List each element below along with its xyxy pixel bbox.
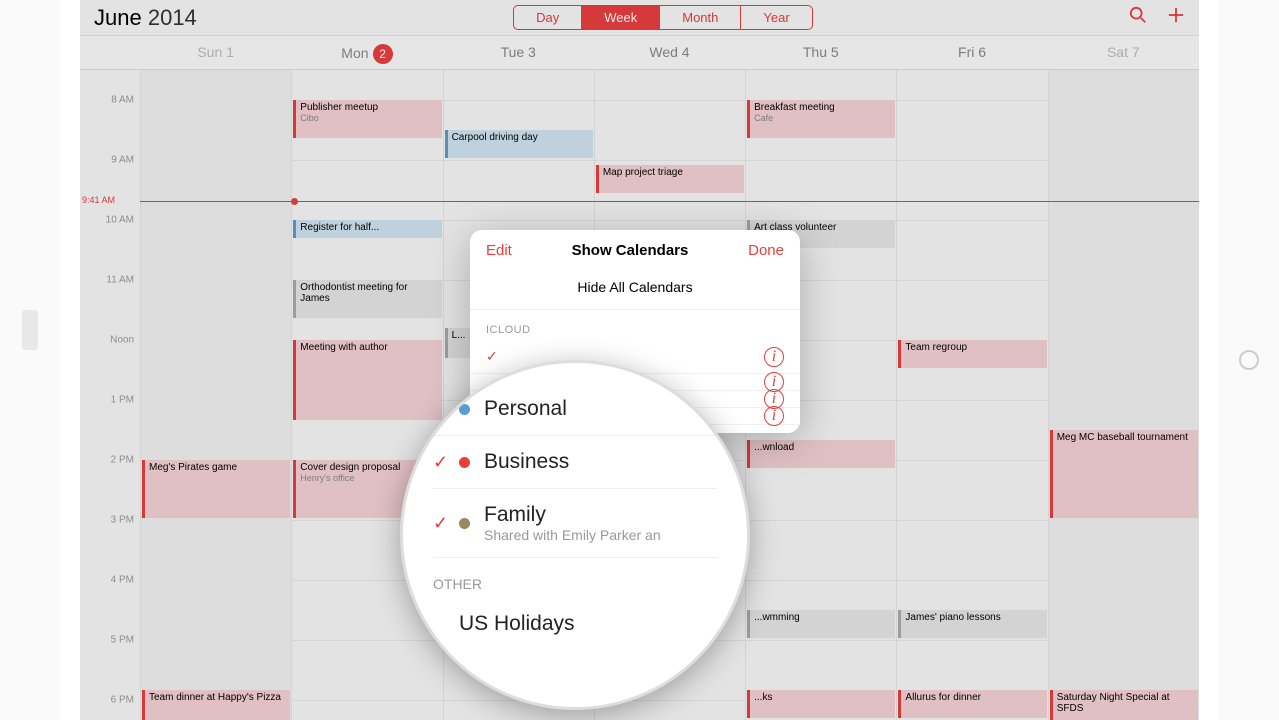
event[interactable]: Breakfast meetingCafe (747, 100, 895, 138)
ipad-side-switch (22, 310, 38, 350)
calendar-shared-label: Shared with Emily Parker an (484, 527, 717, 543)
calendar-name: US Holidays (459, 612, 717, 636)
calendar-name: Business (484, 450, 717, 474)
today-badge: 2 (373, 44, 393, 64)
view-segmented-control[interactable]: Day Week Month Year (513, 5, 813, 30)
add-icon[interactable] (1167, 6, 1185, 30)
ipad-bezel-right (1219, 0, 1279, 720)
col-fri[interactable]: Team regroup James' piano lessons Alluru… (896, 70, 1047, 720)
calendar-row-personal[interactable]: Personal (433, 383, 717, 436)
calendar-color-dot (459, 518, 470, 529)
event[interactable]: James' piano lessons (898, 610, 1046, 638)
hour-gutter: 8 AM 9 AM 10 AM 11 AM Noon 1 PM 2 PM 3 P… (80, 70, 140, 720)
calendar-color-dot (459, 457, 470, 468)
event[interactable]: Register for half... (293, 220, 441, 238)
day-header-wed[interactable]: Wed 4 (594, 36, 745, 69)
ipad-home-button[interactable] (1239, 350, 1259, 370)
popover-title: Show Calendars (572, 242, 689, 259)
week-day-header: Sun 1 Mon2 Tue 3 Wed 4 Thu 5 Fri 6 Sat 7 (80, 36, 1199, 70)
col-sun[interactable]: Meg's Pirates game Team dinner at Happy'… (140, 70, 291, 720)
hour-label: 1 PM (111, 395, 134, 406)
toolbar: June 2014 Day Week Month Year (80, 0, 1199, 36)
done-button[interactable]: Done (748, 242, 784, 259)
title-month: June (94, 5, 142, 30)
checkmark-icon: ✓ (433, 513, 459, 534)
day-header-sun[interactable]: Sun 1 (140, 36, 291, 69)
now-indicator: 9:41 AM (140, 201, 1199, 202)
hour-label: 6 PM (111, 695, 134, 706)
popover-section-other: OTHER (433, 558, 717, 598)
event[interactable]: Carpool driving day (445, 130, 593, 158)
hour-label: Noon (110, 335, 134, 346)
page-title: June 2014 (94, 5, 197, 31)
event[interactable]: Saturday Night Special at SFDS (1050, 690, 1198, 720)
magnifier-loupe: Personal ✓ Business ✓ Family Shared with… (400, 360, 750, 710)
view-week[interactable]: Week (582, 6, 660, 29)
view-day[interactable]: Day (514, 6, 582, 29)
hour-label: 10 AM (106, 215, 134, 226)
event[interactable]: Team regroup (898, 340, 1046, 368)
hour-label: 2 PM (111, 455, 134, 466)
hour-label: 3 PM (111, 515, 134, 526)
title-year: 2014 (148, 5, 197, 30)
col-mon[interactable]: Publisher meetupCibo Register for half..… (291, 70, 442, 720)
event[interactable]: ...wnload (747, 440, 895, 468)
calendar-row-holidays[interactable]: US Holidays (433, 598, 717, 650)
view-year[interactable]: Year (741, 6, 811, 29)
checkmark-icon: ✓ (486, 348, 504, 365)
toolbar-actions (1129, 6, 1185, 30)
info-icon[interactable]: i (764, 347, 784, 367)
hour-label: 9 AM (111, 155, 134, 166)
hour-label: 4 PM (111, 575, 134, 586)
calendar-row-family[interactable]: ✓ Family Shared with Emily Parker an (433, 489, 717, 558)
col-sat[interactable]: Meg MC baseball tournament Saturday Nigh… (1048, 70, 1199, 720)
calendar-name: Family (484, 503, 717, 527)
popover-section-icloud: ICLOUD (470, 310, 800, 340)
event[interactable]: ...wmming (747, 610, 895, 638)
edit-button[interactable]: Edit (486, 242, 512, 259)
now-time: 9:41 AM (82, 195, 115, 205)
info-icon[interactable]: i (764, 406, 784, 426)
event[interactable]: Map project triage (596, 165, 744, 193)
event[interactable]: Allurus for dinner (898, 690, 1046, 718)
calendar-row-business[interactable]: ✓ Business (433, 436, 717, 489)
event[interactable]: Team dinner at Happy's Pizza (142, 690, 290, 720)
event[interactable]: Meg MC baseball tournament (1050, 430, 1198, 518)
hour-label: 8 AM (111, 95, 134, 106)
event[interactable]: Meg's Pirates game (142, 460, 290, 518)
event[interactable]: Orthodontist meeting for James (293, 280, 441, 318)
day-header-tue[interactable]: Tue 3 (443, 36, 594, 69)
hide-all-button[interactable]: Hide All Calendars (470, 271, 800, 310)
day-header-mon[interactable]: Mon2 (291, 36, 442, 69)
ipad-bezel-left (0, 0, 60, 720)
view-month[interactable]: Month (660, 6, 741, 29)
hour-label: 5 PM (111, 635, 134, 646)
calendar-color-dot (459, 404, 470, 415)
event[interactable]: ...ks (747, 690, 895, 718)
event[interactable]: Publisher meetupCibo (293, 100, 441, 138)
now-dot-icon (291, 198, 298, 205)
calendar-name: Personal (484, 397, 717, 421)
search-icon[interactable] (1129, 6, 1147, 30)
day-header-thu[interactable]: Thu 5 (745, 36, 896, 69)
checkmark-icon: ✓ (433, 452, 459, 473)
hour-label: 11 AM (106, 275, 134, 286)
popover-header: Edit Show Calendars Done (470, 230, 800, 271)
day-header-fri[interactable]: Fri 6 (896, 36, 1047, 69)
day-header-sat[interactable]: Sat 7 (1048, 36, 1199, 69)
event[interactable]: Meeting with author (293, 340, 441, 420)
